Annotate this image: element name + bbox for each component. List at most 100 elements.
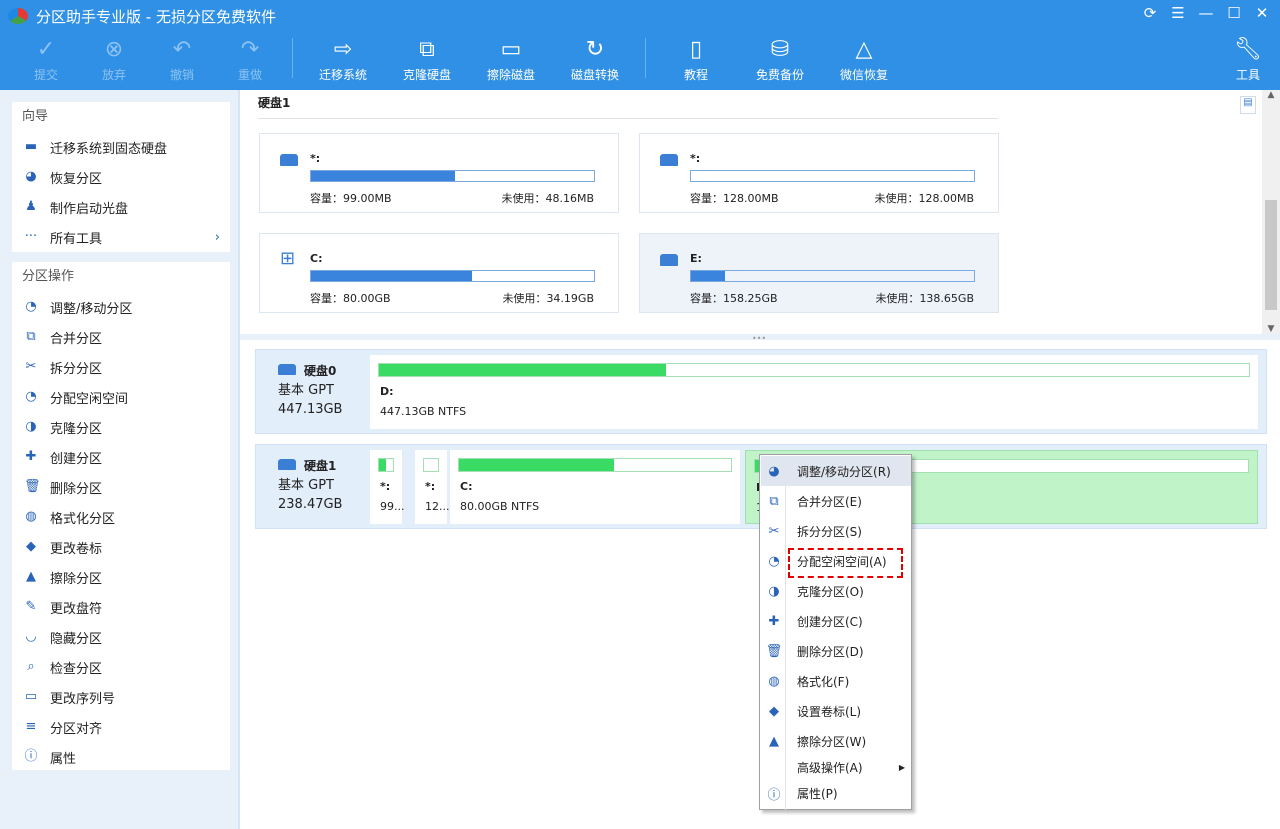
serial-icon: ▭: [24, 690, 38, 704]
ops-item[interactable]: ⓘ属性: [12, 742, 230, 772]
disk-info: 硬盘0基本 GPT447.13GB: [278, 362, 342, 419]
ops-item[interactable]: ◡隐藏分区: [12, 622, 230, 652]
close-button[interactable]: ✕: [1250, 4, 1274, 22]
clone-disk-button[interactable]: ⧉克隆硬盘: [385, 32, 469, 90]
redo-icon: ↷: [241, 32, 259, 66]
label-icon: ◆: [761, 704, 787, 719]
disk-row[interactable]: 硬盘0基本 GPT447.13GB D: 447.13GB NTFS: [255, 349, 1267, 434]
split-icon: ✂: [761, 524, 787, 539]
partition-cards-panel: 硬盘1 ▤ *:容量：99.00MB未使用：48.16MB*: 容量：128.00…: [240, 90, 1262, 334]
disk-title: 硬盘1: [258, 94, 290, 111]
refresh-icon[interactable]: ⟳: [1138, 4, 1162, 22]
partition-label: C:: [460, 480, 472, 493]
wizard-header: 向导: [12, 102, 230, 132]
context-menu-item[interactable]: ✂拆分分区(S): [761, 516, 911, 546]
free-space: 未使用：128.00MB: [874, 190, 974, 206]
undo-button[interactable]: ↶撤销: [148, 32, 216, 90]
drive-icon: [660, 154, 678, 166]
context-menu-item[interactable]: 高级操作(A)▶: [761, 754, 911, 780]
view-toggle-icon[interactable]: ▤: [1240, 96, 1256, 114]
wechat-recover-button[interactable]: △微信恢复: [822, 32, 906, 90]
ops-item[interactable]: ◔分配空闲空间: [12, 382, 230, 412]
ops-item[interactable]: ▭更改序列号: [12, 682, 230, 712]
clone-icon: ◑: [24, 420, 38, 434]
partition-size: 447.13GB NTFS: [380, 405, 466, 418]
merge-icon: ⧉: [761, 494, 787, 509]
disk-info: 硬盘1基本 GPT238.47GB: [278, 457, 342, 514]
toolbar: ✓提交 ⊗放弃 ↶撤销 ↷重做 ⇨迁移系统 ⧉克隆硬盘 ▭擦除磁盘 ↻磁盘转换 …: [0, 32, 1280, 90]
ops-item[interactable]: ✚创建分区: [12, 442, 230, 472]
create-icon: ✚: [761, 614, 787, 629]
free-space: 未使用：138.65GB: [875, 290, 974, 306]
wipe-icon: ▲: [24, 570, 38, 584]
windows-icon: ⊞: [280, 248, 295, 269]
context-menu-item[interactable]: ✚创建分区(C): [761, 606, 911, 636]
ops-item[interactable]: ◆更改卷标: [12, 532, 230, 562]
wizard-migrate-ssd[interactable]: ▬迁移系统到固态硬盘: [12, 132, 230, 162]
resize-icon: ◔: [24, 300, 38, 314]
split-icon: ✂: [24, 360, 38, 374]
context-menu-item[interactable]: 🗑︎删除分区(D): [761, 636, 911, 666]
context-menu-item[interactable]: ⓘ属性(P): [761, 780, 911, 806]
capacity: 容量：128.00MB: [690, 190, 779, 206]
context-menu-item[interactable]: ◍格式化(F): [761, 666, 911, 696]
partition-ops-panel: 分区操作 ◔调整/移动分区⧉合并分区✂拆分分区◔分配空闲空间◑克隆分区✚创建分区…: [12, 262, 230, 770]
menu-icon[interactable]: ☰: [1166, 4, 1190, 22]
context-menu-item[interactable]: ◑克隆分区(O): [761, 576, 911, 606]
partition-block[interactable]: D: 447.13GB NTFS: [370, 355, 1258, 429]
partition-usage-bar: [378, 458, 394, 472]
wizard-boot-disc[interactable]: ♟制作启动光盘: [12, 192, 230, 222]
discard-icon: ⊗: [105, 32, 123, 66]
wipe-disk-button[interactable]: ▭擦除磁盘: [469, 32, 553, 90]
submenu-arrow-icon: ▶: [899, 763, 905, 772]
merge-icon: ⧉: [24, 330, 38, 344]
partition-card[interactable]: ⊞C:容量：80.00GB未使用：34.19GB: [259, 233, 619, 313]
convert-disk-button[interactable]: ↻磁盘转换: [553, 32, 637, 90]
partition-card[interactable]: *:容量：128.00MB未使用：128.00MB: [639, 133, 999, 213]
usage-bar: [690, 170, 975, 182]
free-space: 未使用：34.19GB: [502, 290, 594, 306]
ops-item[interactable]: ≡分区对齐: [12, 712, 230, 742]
context-menu-item[interactable]: ▲擦除分区(W): [761, 726, 911, 756]
partition-label: D:: [380, 385, 394, 398]
ops-item[interactable]: ⧉合并分区: [12, 322, 230, 352]
maximize-button[interactable]: ☐: [1222, 4, 1246, 22]
minimize-button[interactable]: —: [1194, 4, 1218, 22]
wizard-panel: 向导 ▬迁移系统到固态硬盘 ◕恢复分区 ♟制作启动光盘 ···所有工具›: [12, 102, 230, 252]
ops-item[interactable]: ✂拆分分区: [12, 352, 230, 382]
wizard-all-tools[interactable]: ···所有工具›: [12, 222, 230, 252]
ops-item[interactable]: ✎更改盘符: [12, 592, 230, 622]
ops-item[interactable]: ⌕检查分区: [12, 652, 230, 682]
backup-button[interactable]: ⛁免费备份: [738, 32, 822, 90]
tutorial-button[interactable]: ▯教程: [654, 32, 738, 90]
partition-block[interactable]: *:12...: [415, 450, 447, 524]
capacity: 容量：80.00GB: [310, 290, 391, 306]
ops-item[interactable]: ◑克隆分区: [12, 412, 230, 442]
migrate-os-button[interactable]: ⇨迁移系统: [301, 32, 385, 90]
allocate-icon: ◔: [761, 554, 787, 569]
discard-button[interactable]: ⊗放弃: [80, 32, 148, 90]
partition-usage-bar: [458, 458, 732, 472]
tools-button[interactable]: 🔧︎工具: [1216, 32, 1280, 90]
redo-button[interactable]: ↷重做: [216, 32, 284, 90]
wizard-recover-partition[interactable]: ◕恢复分区: [12, 162, 230, 192]
drive-icon: [278, 459, 296, 470]
highlight-box: [788, 548, 903, 578]
partition-label: *:: [310, 152, 320, 165]
ops-item[interactable]: ◔调整/移动分区: [12, 292, 230, 322]
context-menu-item[interactable]: ◕调整/移动分区(R): [761, 456, 911, 486]
partition-card[interactable]: *:容量：99.00MB未使用：48.16MB: [259, 133, 619, 213]
tools-icon: 🔧︎: [1234, 32, 1262, 66]
boot-disc-icon: ♟: [24, 200, 38, 214]
submit-button[interactable]: ✓提交: [12, 32, 80, 90]
context-menu-item[interactable]: ⧉合并分区(E): [761, 486, 911, 516]
partition-block[interactable]: *:99...: [370, 450, 402, 524]
ops-item[interactable]: 🗑︎删除分区: [12, 472, 230, 502]
ops-item[interactable]: ◍格式化分区: [12, 502, 230, 532]
context-menu-item[interactable]: ◆设置卷标(L): [761, 696, 911, 726]
vertical-scrollbar[interactable]: ▲▼: [1262, 90, 1280, 334]
ops-item[interactable]: ▲擦除分区: [12, 562, 230, 592]
partition-card[interactable]: E:容量：158.25GB未使用：138.65GB: [639, 233, 999, 313]
partition-label: E:: [690, 252, 702, 265]
partition-block[interactable]: C:80.00GB NTFS: [450, 450, 740, 524]
